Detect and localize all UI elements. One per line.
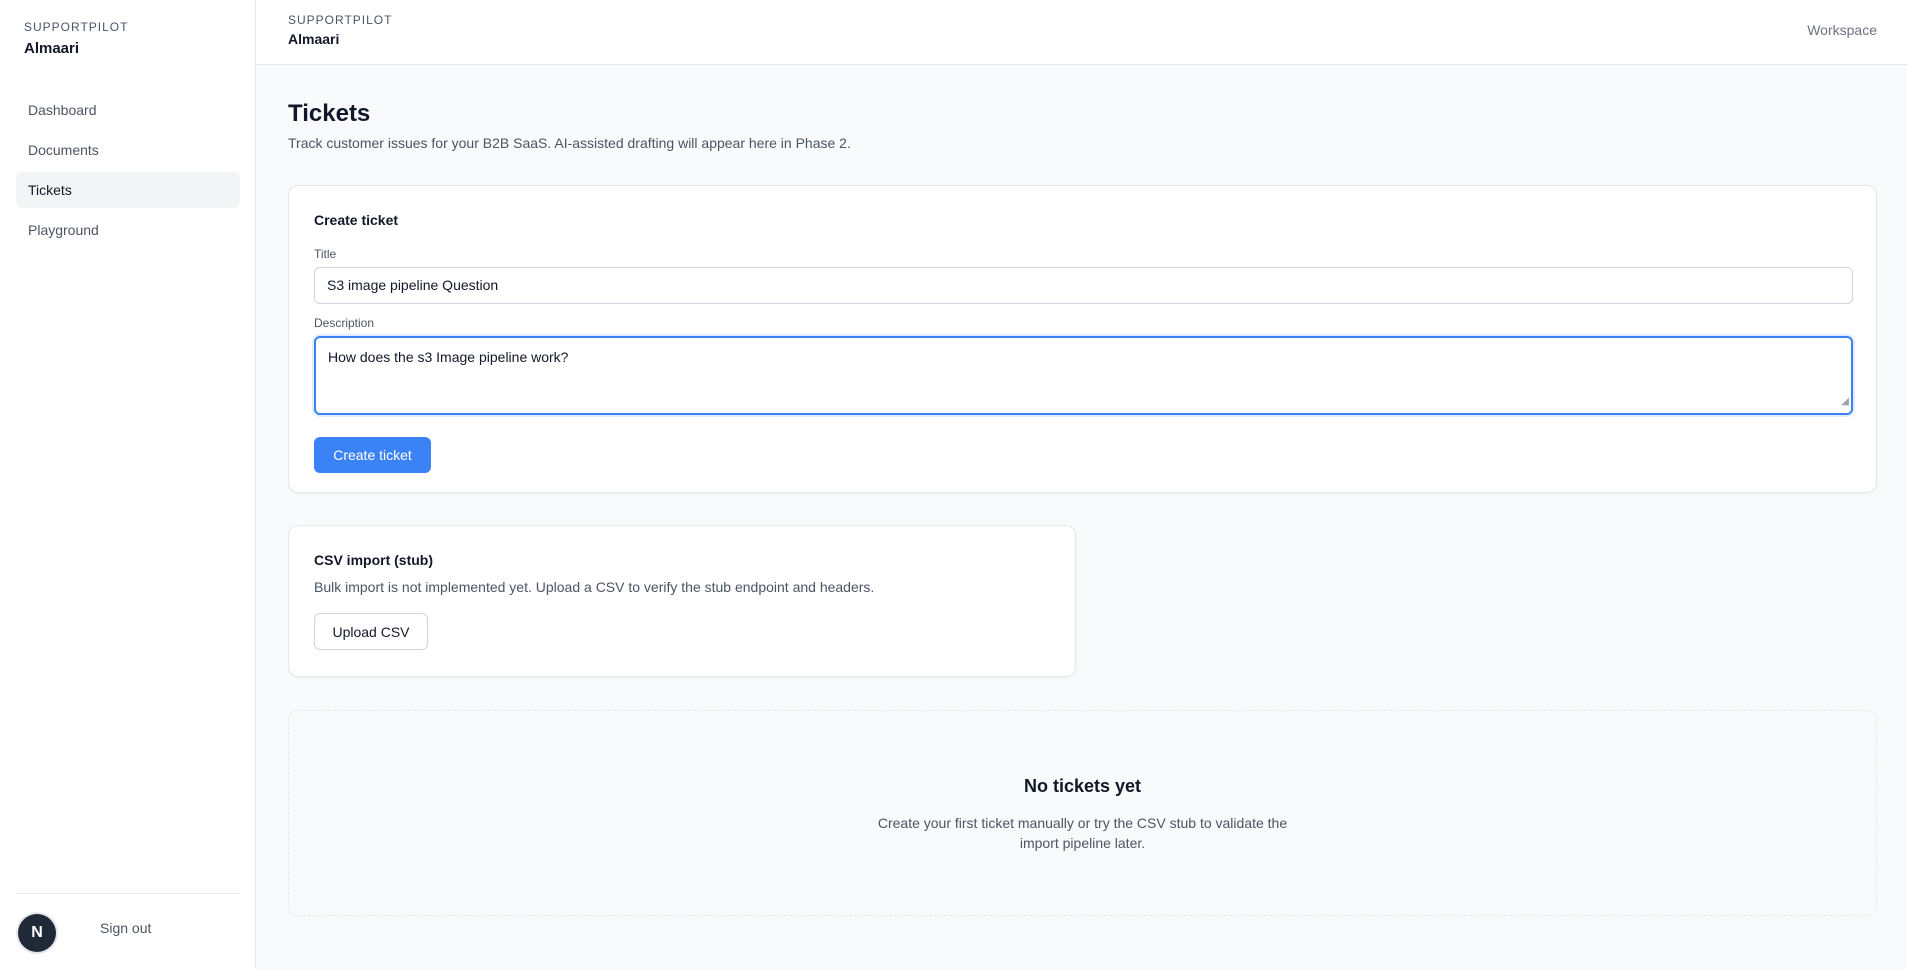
create-ticket-card: Create ticket Title S3 image pipeline Qu…	[288, 185, 1877, 493]
sidebar-item-label: Tickets	[28, 182, 72, 198]
csv-import-description: Bulk import is not implemented yet. Uplo…	[314, 579, 875, 595]
sidebar-nav: Dashboard Documents Tickets Playground	[16, 92, 240, 252]
sidebar-brand: SUPPORTPILOT Almaari	[24, 20, 128, 57]
resize-handle-icon[interactable]: ◢	[1841, 393, 1849, 411]
top-bar: SUPPORTPILOT Almaari Workspace	[256, 0, 1907, 65]
description-textarea[interactable]: How does the s3 Image pipeline work? ◢	[314, 336, 1853, 415]
workspace-link[interactable]: Workspace	[1807, 22, 1877, 38]
create-ticket-heading: Create ticket	[314, 212, 399, 228]
sidebar-brand-kicker: SUPPORTPILOT	[24, 20, 129, 34]
csv-import-heading: CSV import (stub)	[314, 552, 433, 568]
empty-state: No tickets yet Create your first ticket …	[288, 710, 1877, 916]
sidebar-item-dashboard[interactable]: Dashboard	[16, 92, 240, 128]
sidebar-footer: N Sign out	[16, 893, 240, 952]
sidebar-item-label: Playground	[28, 222, 99, 238]
sign-out-button[interactable]: Sign out	[100, 920, 151, 936]
csv-import-card: CSV import (stub) Bulk import is not imp…	[288, 525, 1076, 677]
sidebar-item-documents[interactable]: Documents	[16, 132, 240, 168]
sidebar-item-playground[interactable]: Playground	[16, 212, 240, 248]
page-title: Tickets	[288, 100, 371, 127]
sidebar: SUPPORTPILOT Almaari Dashboard Documents…	[0, 0, 256, 969]
sidebar-item-label: Dashboard	[28, 102, 97, 118]
topbar-workspace-name: Almaari	[288, 31, 340, 47]
description-text: How does the s3 Image pipeline work?	[328, 349, 569, 365]
empty-state-description: Create your first ticket manually or try…	[877, 815, 1288, 851]
sidebar-item-label: Documents	[28, 142, 99, 158]
empty-state-title: No tickets yet	[1023, 776, 1142, 796]
topbar-brand-kicker: SUPPORTPILOT	[288, 13, 393, 27]
description-label: Description	[314, 316, 375, 330]
avatar[interactable]: N	[18, 914, 56, 952]
topbar-brand: SUPPORTPILOT Almaari	[288, 13, 392, 47]
title-input[interactable]: S3 image pipeline Question	[314, 267, 1853, 304]
sidebar-item-tickets[interactable]: Tickets	[16, 172, 240, 208]
create-ticket-button[interactable]: Create ticket	[314, 437, 431, 473]
sidebar-workspace-name: Almaari	[24, 40, 80, 57]
page-subtitle: Track customer issues for your B2B SaaS.…	[288, 135, 851, 151]
title-label: Title	[314, 247, 337, 261]
upload-csv-button[interactable]: Upload CSV	[314, 613, 428, 650]
